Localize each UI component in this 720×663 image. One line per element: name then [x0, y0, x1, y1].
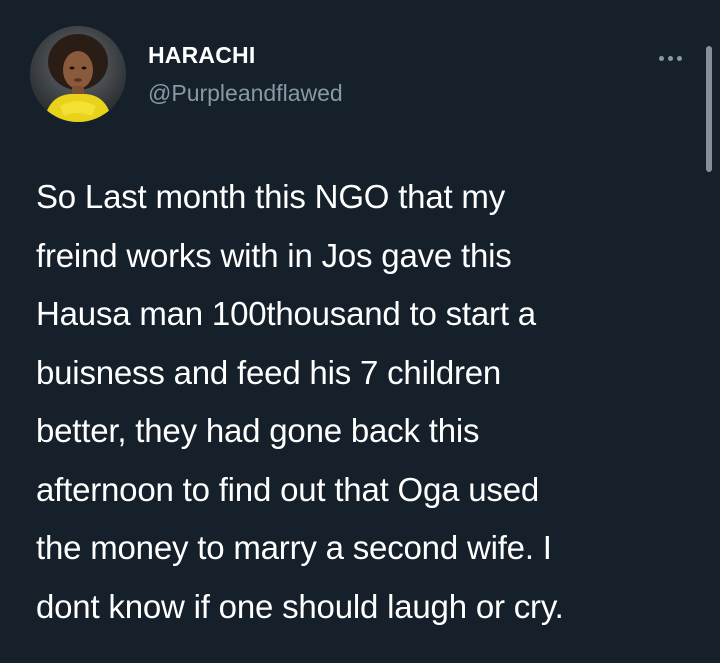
author-handle[interactable]: @Purpleandflawed: [148, 80, 343, 107]
profile-photo-icon: [30, 26, 126, 122]
scrollbar-thumb[interactable]: [706, 46, 712, 172]
tweet-text-line: freind works with in Jos gave this: [36, 236, 512, 274]
author-avatar[interactable]: [30, 26, 126, 122]
tweet-text-line: better, they had gone back this: [36, 412, 480, 449]
tweet-text-line: So Last month this NGO that my: [36, 178, 506, 215]
tweet-card: HARACHI @Purpleandflawed So Last month t…: [0, 0, 720, 663]
more-horizontal-icon: [658, 55, 664, 61]
author-display-name[interactable]: HARACHI: [148, 42, 255, 69]
tweet-text: So Last month this NGO that my freind wo…: [36, 168, 564, 636]
tweet-text-line: afternoon to find out that Oga used: [36, 470, 540, 508]
more-dot: [676, 55, 682, 61]
tweet-text-line: the money to marry a second wife. I: [36, 529, 552, 566]
tweet-text-line: Hausa man 100thousand to start a: [36, 295, 536, 332]
more-dot: [667, 55, 673, 61]
tweet-text-line: dont know if one should laugh or cry.: [36, 587, 564, 625]
more-options-button[interactable]: [650, 48, 690, 68]
tweet-text-line: buisness and feed his 7 children: [36, 353, 502, 391]
